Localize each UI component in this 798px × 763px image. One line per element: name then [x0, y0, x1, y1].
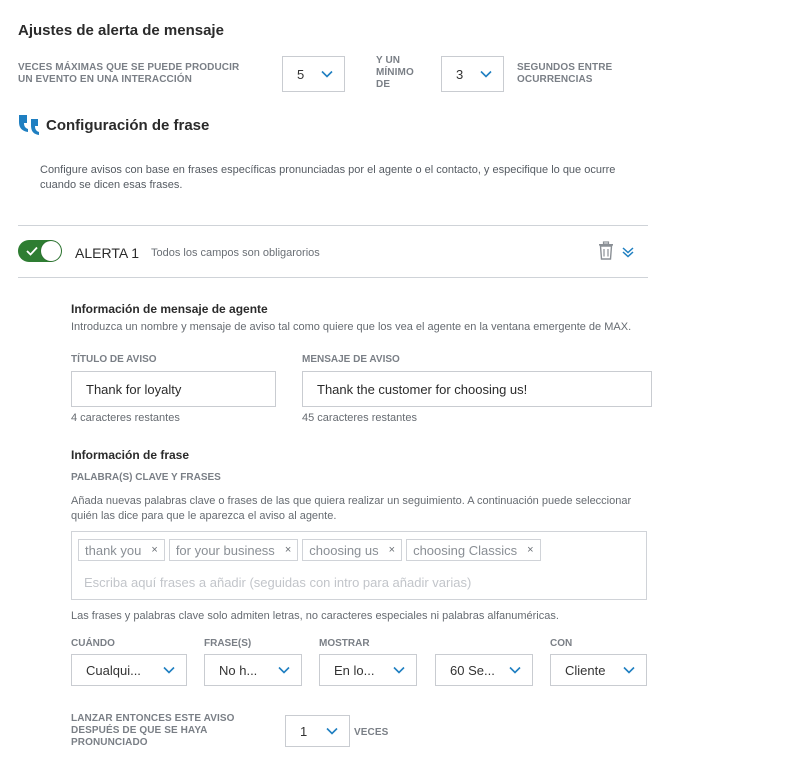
min-seconds-select[interactable]: 3	[441, 56, 504, 92]
with-select[interactable]: Cliente	[550, 654, 647, 686]
phrase-input-placeholder[interactable]: Escriba aquí frases a añadir (seguidas c…	[84, 575, 471, 590]
tag-item: thank you ×	[78, 539, 165, 561]
alert-title-label: TÍTULO DE AVISO	[71, 354, 157, 365]
chevron-down-icon	[392, 663, 406, 677]
min-seconds-value: 3	[456, 66, 464, 82]
time-select[interactable]: 60 Se...	[435, 654, 533, 686]
tag-list: thank you × for your business × choosing…	[78, 539, 545, 561]
chevron-down-icon	[162, 663, 176, 677]
with-value: Cliente	[565, 662, 606, 678]
when-label: CUÁNDO	[71, 638, 115, 649]
trash-icon[interactable]	[597, 241, 615, 261]
phrases-value: No h...	[219, 662, 258, 678]
keywords-note: Las frases y palabras clave solo admiten…	[71, 610, 559, 622]
chevron-down-icon	[277, 663, 291, 677]
chevron-down-icon	[622, 663, 636, 677]
trigger-suffix: VECES	[354, 727, 389, 738]
phrases-select[interactable]: No h...	[204, 654, 302, 686]
tag-label: choosing us	[309, 542, 379, 558]
remove-tag-icon[interactable]: ×	[389, 544, 395, 556]
trigger-count-value: 1	[300, 723, 308, 739]
remove-tag-icon[interactable]: ×	[527, 544, 533, 556]
alert-title-remaining: 4 caracteres restantes	[71, 412, 180, 424]
min-label: Y UN MÍNIMO DE	[376, 55, 414, 90]
show-select[interactable]: En lo...	[319, 654, 417, 686]
phrase-config-description: Configure avisos con base en frases espe…	[40, 164, 616, 191]
toggle-knob	[41, 241, 61, 261]
keywords-description: Añada nuevas palabras clave o frases de …	[71, 495, 632, 522]
phrase-info-heading: Información de frase	[71, 448, 190, 462]
agent-info-description: Introduzca un nombre y mensaje de aviso …	[71, 321, 632, 333]
with-label: CON	[550, 638, 573, 649]
time-value: 60 Se...	[450, 662, 495, 678]
tag-item: choosing Classics ×	[406, 539, 541, 561]
divider-top	[18, 225, 648, 226]
chevron-down-icon	[479, 67, 493, 81]
tag-item: choosing us ×	[302, 539, 403, 561]
keywords-label: PALABRA(S) CLAVE Y FRASES	[71, 472, 221, 483]
alert-title-input[interactable]: Thank for loyalty	[71, 371, 276, 407]
agent-info-heading: Información de mensaje de agente	[71, 302, 268, 316]
tag-label: thank you	[85, 542, 142, 558]
max-times-value: 5	[297, 66, 305, 82]
alert-enabled-toggle[interactable]	[18, 240, 62, 262]
remove-tag-icon[interactable]: ×	[151, 544, 157, 556]
phrase-config-title: Configuración de frase	[46, 117, 210, 134]
tag-item: for your business ×	[168, 539, 299, 561]
alert-message-remaining: 45 caracteres restantes	[302, 412, 417, 424]
trigger-label: LANZAR ENTONCES ESTE AVISO DESPUÉS DE QU…	[71, 713, 235, 748]
phrases-label: FRASE(S)	[204, 638, 252, 649]
tag-label: for your business	[175, 542, 275, 558]
required-note: Todos los campos son obligarorios	[151, 247, 320, 259]
remove-tag-icon[interactable]: ×	[285, 544, 291, 556]
alert-settings-title: Ajustes de alerta de mensaje	[18, 22, 224, 39]
chevron-down-icon	[320, 67, 334, 81]
alert-message-input[interactable]: Thank the customer for choosing us!	[302, 371, 652, 407]
max-times-label: VECES MÁXIMAS QUE SE PUEDE PRODUCIR UN E…	[18, 62, 240, 85]
max-times-select[interactable]: 5	[282, 56, 345, 92]
chevron-down-icon	[508, 663, 522, 677]
when-select[interactable]: Cualqui...	[71, 654, 187, 686]
check-icon	[26, 246, 38, 256]
show-value: En lo...	[334, 662, 375, 678]
alert-message-label: MENSAJE DE AVISO	[302, 354, 400, 365]
alert-name: ALERTA 1	[75, 245, 140, 261]
when-value: Cualqui...	[86, 662, 141, 678]
tag-label: choosing Classics	[413, 542, 518, 558]
keywords-box[interactable]: thank you × for your business × choosing…	[71, 531, 647, 600]
trigger-count-select[interactable]: 1	[285, 715, 350, 747]
seconds-label: SEGUNDOS ENTRE OCURRENCIAS	[517, 62, 613, 85]
collapse-chevron-icon[interactable]	[621, 245, 635, 259]
show-label: MOSTRAR	[319, 638, 370, 649]
divider-alert	[18, 277, 648, 278]
chevron-down-icon	[325, 724, 339, 738]
quote-icon	[18, 113, 44, 137]
